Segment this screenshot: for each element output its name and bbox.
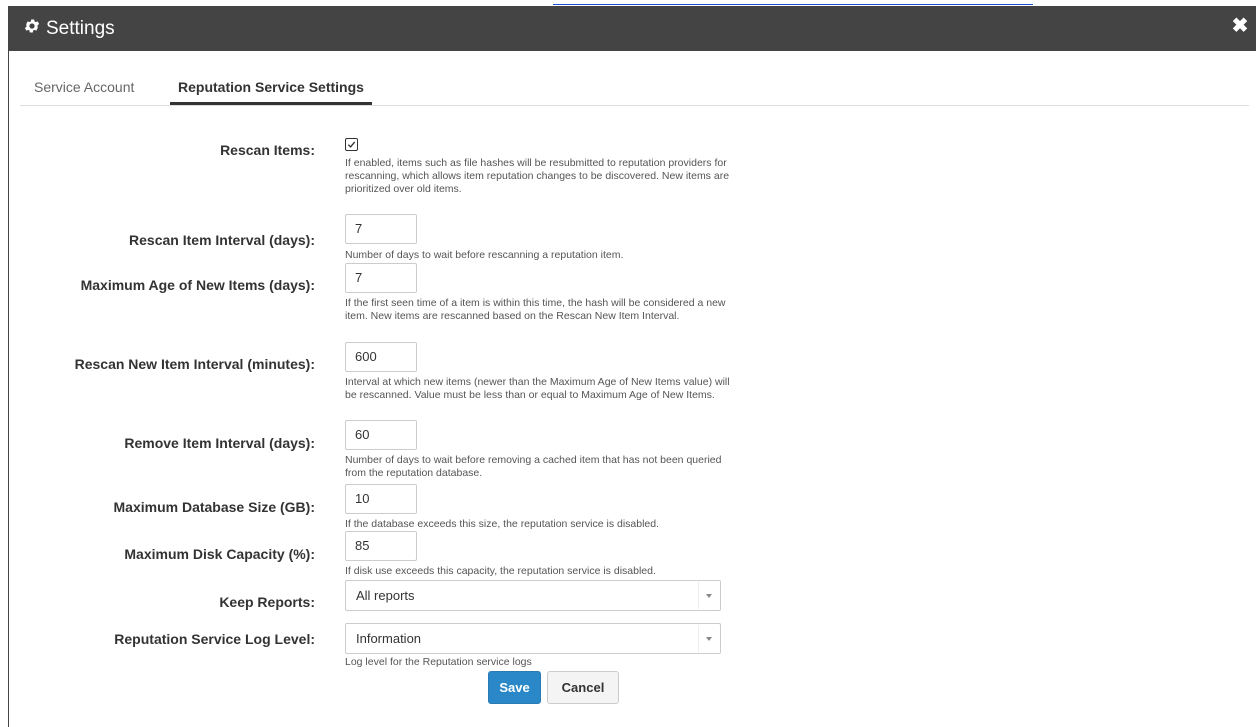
rescan-interval-input[interactable]: 7 xyxy=(345,214,417,244)
dialog-title: Settings xyxy=(46,18,115,39)
max-disk-label: Maximum Disk Capacity (%): xyxy=(124,546,315,562)
settings-tabs: Service Account Reputation Service Setti… xyxy=(20,70,1249,106)
rescan-new-help: Interval at which new items (newer than … xyxy=(345,376,730,401)
keep-reports-select[interactable]: All reports xyxy=(345,580,721,611)
max-db-size-help: If the database exceeds this size, the r… xyxy=(345,518,660,530)
rescan-new-input[interactable]: 600 xyxy=(345,342,417,372)
save-button[interactable]: Save xyxy=(488,671,541,704)
log-level-help: Log level for the Reputation service log… xyxy=(345,656,532,668)
page-link-underline[interactable] xyxy=(553,0,1033,5)
max-disk-help: If disk use exceeds this capacity, the r… xyxy=(345,565,656,577)
rescan-interval-help: Number of days to wait before rescanning… xyxy=(345,249,624,261)
rescan-items-label: Rescan Items: xyxy=(220,142,315,158)
max-age-input[interactable]: 7 xyxy=(345,263,417,293)
checkmark-icon xyxy=(347,141,356,148)
log-level-select[interactable]: Information xyxy=(345,623,721,654)
rescan-new-label: Rescan New Item Interval (minutes): xyxy=(74,356,315,372)
chevron-down-icon xyxy=(698,625,719,652)
max-db-size-input[interactable]: 10 xyxy=(345,484,417,514)
rescan-interval-label: Rescan Item Interval (days): xyxy=(129,232,315,248)
gear-icon xyxy=(23,17,41,35)
max-age-label: Maximum Age of New Items (days): xyxy=(80,277,315,293)
close-icon[interactable]: ✖ xyxy=(1230,15,1250,37)
dialog-titlebar: Settings ✖ xyxy=(9,6,1256,51)
remove-interval-help: Number of days to wait before removing a… xyxy=(345,454,722,479)
max-disk-input[interactable]: 85 xyxy=(345,531,417,561)
tab-service-account[interactable]: Service Account xyxy=(34,70,134,104)
settings-dialog: Settings ✖ Service Account Reputation Se… xyxy=(8,6,1256,727)
cancel-button[interactable]: Cancel xyxy=(547,671,619,704)
tab-reputation-service-settings[interactable]: Reputation Service Settings xyxy=(170,70,372,105)
chevron-down-icon xyxy=(698,582,719,609)
remove-interval-input[interactable]: 60 xyxy=(345,420,417,450)
log-level-value: Information xyxy=(356,631,422,646)
log-level-label: Reputation Service Log Level: xyxy=(114,631,315,647)
max-db-size-label: Maximum Database Size (GB): xyxy=(113,499,316,515)
keep-reports-value: All reports xyxy=(356,588,415,603)
rescan-items-help: If enabled, items such as file hashes wi… xyxy=(345,157,730,195)
max-age-help: If the first seen time of a item is with… xyxy=(345,297,726,322)
remove-interval-label: Remove Item Interval (days): xyxy=(124,435,315,451)
keep-reports-label: Keep Reports: xyxy=(219,594,315,610)
rescan-items-checkbox[interactable] xyxy=(345,138,358,151)
